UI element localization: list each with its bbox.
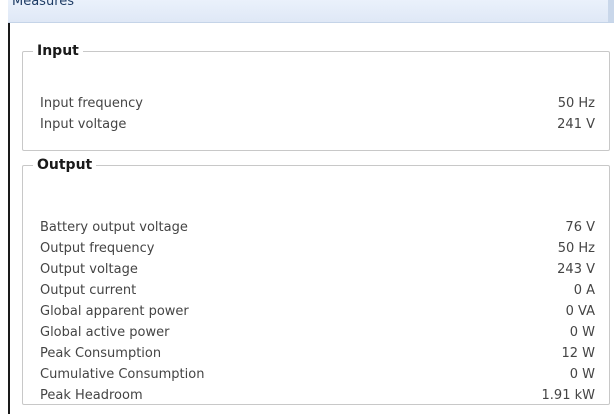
measure-row-input-voltage: Input voltage 241 V [40,114,595,135]
measure-value: 50 Hz [557,96,595,111]
measure-row-peak-headroom: Peak Headroom 1.91 kW [40,385,595,406]
output-section-legend: Output [37,157,93,173]
measure-value: 76 V [565,220,595,235]
input-section-legend: Input [37,43,79,59]
measure-row-cumulative-consumption: Cumulative Consumption 0 W [40,364,595,385]
measures-panel-header: Measures [8,0,614,23]
measure-label: Peak Headroom [40,388,143,403]
measure-label: Global apparent power [40,304,189,319]
measure-label: Output frequency [40,241,155,256]
measure-value: 0 VA [565,304,595,319]
measure-label: Output voltage [40,262,138,277]
measure-value: 0 A [573,283,595,298]
input-rows: Input frequency 50 Hz Input voltage 241 … [40,93,595,135]
measure-value: 241 V [557,117,595,132]
measure-row-battery-output-voltage: Battery output voltage 76 V [40,217,595,238]
measure-row-output-voltage: Output voltage 243 V [40,259,595,280]
measures-panel-body: Input Input frequency 50 Hz Input voltag… [8,23,614,414]
measure-row-output-frequency: Output frequency 50 Hz [40,238,595,259]
panel-header-edge [608,0,614,22]
measure-value: 0 W [569,367,595,382]
measure-row-output-current: Output current 0 A [40,280,595,301]
measure-label: Peak Consumption [40,346,162,361]
measure-label: Global active power [40,325,170,340]
measure-value: 12 W [561,346,595,361]
input-section: Input Input frequency 50 Hz Input voltag… [22,43,610,151]
output-section: Output Battery output voltage 76 V Outpu… [22,157,610,405]
measure-value: 50 Hz [557,241,595,256]
measure-row-input-frequency: Input frequency 50 Hz [40,93,595,114]
measure-label: Output current [40,283,137,298]
measure-row-global-apparent-power: Global apparent power 0 VA [40,301,595,322]
measure-label: Input voltage [40,117,127,132]
measure-row-peak-consumption: Peak Consumption 12 W [40,343,595,364]
measure-value: 243 V [557,262,595,277]
measure-label: Cumulative Consumption [40,367,205,382]
measure-value: 0 W [569,325,595,340]
measure-label: Battery output voltage [40,220,188,235]
measure-label: Input frequency [40,96,143,111]
output-rows: Battery output voltage 76 V Output frequ… [40,217,595,406]
measure-row-global-active-power: Global active power 0 W [40,322,595,343]
measure-value: 1.91 kW [541,388,595,403]
panel-title: Measures [12,0,75,9]
